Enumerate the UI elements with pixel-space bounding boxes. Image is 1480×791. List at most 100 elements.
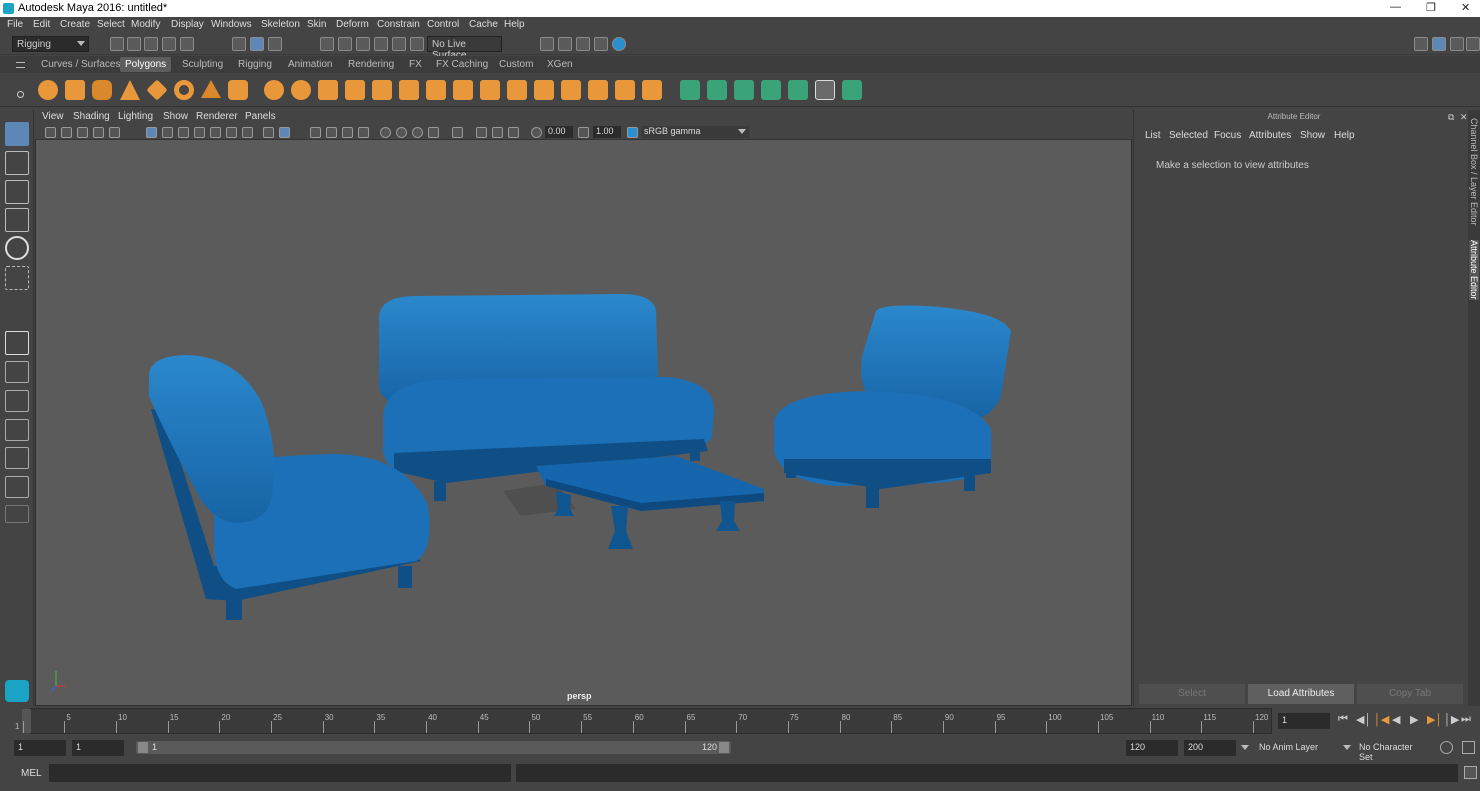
playback-end-field[interactable]: 120	[1126, 740, 1178, 756]
graph-persp-icon[interactable]	[5, 476, 29, 498]
redo-icon[interactable]	[180, 37, 194, 51]
scene-svg[interactable]	[36, 111, 1131, 705]
range-end-handle[interactable]	[719, 742, 729, 753]
extrude-icon[interactable]	[399, 80, 419, 100]
xray-active-icon[interactable]	[508, 127, 519, 138]
rotate-tool-icon[interactable]	[5, 236, 29, 260]
gate-mask-icon[interactable]	[194, 127, 205, 138]
live-surface-field[interactable]: No Live Surface	[427, 36, 502, 61]
menu-select[interactable]: Select	[97, 19, 125, 30]
gamma-field[interactable]: 1.00	[593, 126, 621, 138]
anim-prefs-icon[interactable]	[1462, 741, 1475, 754]
safe-title-icon[interactable]	[242, 127, 253, 138]
fill-hole-icon[interactable]	[507, 80, 527, 100]
hypershade-icon[interactable]	[612, 37, 626, 51]
ae-menu-show[interactable]: Show	[1300, 130, 1325, 141]
smooth-shade-icon[interactable]	[279, 127, 290, 138]
color-space-dropdown[interactable]: sRGB gamma	[641, 126, 749, 138]
workspace-icon[interactable]	[1414, 37, 1428, 51]
shelf-menu-icon[interactable]	[16, 62, 25, 68]
tab-sculpting[interactable]: Sculpting	[177, 57, 228, 72]
play-backwards-icon[interactable]: ◀	[1392, 713, 1400, 726]
tab-rigging[interactable]: Rigging	[233, 57, 277, 72]
load-attributes-button[interactable]: Load Attributes	[1248, 684, 1354, 704]
2d-pan-icon[interactable]	[109, 127, 120, 138]
separate-icon[interactable]	[291, 80, 311, 100]
quad-draw-icon[interactable]	[642, 80, 662, 100]
film-gate-icon[interactable]	[162, 127, 173, 138]
menu-display[interactable]: Display	[171, 19, 204, 30]
ae-menu-list[interactable]: List	[1145, 130, 1161, 141]
close-panel-icon[interactable]: ✕	[1460, 112, 1468, 123]
menu-cache[interactable]: Cache	[469, 19, 498, 30]
bevel-icon[interactable]	[453, 80, 473, 100]
motion-blur-icon[interactable]	[396, 127, 407, 138]
move-tool-icon[interactable]	[5, 208, 29, 232]
select-hierarchy-icon[interactable]	[232, 37, 246, 51]
multi-cut-icon[interactable]	[534, 80, 554, 100]
minimize-icon[interactable]: —	[1390, 1, 1401, 13]
color-management-icon[interactable]	[627, 127, 638, 138]
shelf-options-icon[interactable]	[17, 91, 24, 98]
select-tool-icon[interactable]	[5, 122, 29, 146]
safe-action-icon[interactable]	[226, 127, 237, 138]
poly-pyramid-icon[interactable]	[201, 80, 221, 98]
ae-menu-help[interactable]: Help	[1334, 130, 1355, 141]
exposure-icon[interactable]	[531, 127, 542, 138]
merge-icon[interactable]	[480, 80, 500, 100]
mirror-icon[interactable]	[318, 80, 338, 100]
ae-select-button[interactable]: Select	[1139, 684, 1245, 704]
poly-cube-icon[interactable]	[65, 80, 85, 100]
anti-aliasing-icon[interactable]	[412, 127, 423, 138]
two-view-side-icon[interactable]	[5, 390, 29, 412]
textured-icon[interactable]	[326, 127, 337, 138]
xray-joints-icon[interactable]	[492, 127, 503, 138]
isolate-select-icon[interactable]	[452, 127, 463, 138]
menu-constrain[interactable]: Constrain	[377, 19, 420, 30]
depth-of-field-icon[interactable]	[428, 127, 439, 138]
playback-start-field[interactable]: 1	[72, 740, 124, 756]
menu-skin[interactable]: Skin	[307, 19, 326, 30]
float-panel-icon[interactable]: ⧉	[1448, 112, 1454, 123]
use-lights-icon[interactable]	[342, 127, 353, 138]
panel-menu-view[interactable]: View	[42, 111, 64, 122]
step-forward-key-icon[interactable]: │▶	[1444, 713, 1459, 726]
viewport-persp[interactable]: persp	[35, 110, 1132, 706]
snap-surface-icon[interactable]	[392, 37, 406, 51]
resolution-gate-icon[interactable]	[178, 127, 189, 138]
planar-uv-icon[interactable]	[680, 80, 700, 100]
cut-uv-icon[interactable]	[788, 80, 808, 100]
render-view-icon[interactable]	[540, 37, 554, 51]
reduce-icon[interactable]	[372, 80, 392, 100]
snap-view-icon[interactable]	[374, 37, 388, 51]
tab-custom[interactable]: Custom	[494, 57, 538, 72]
insert-edge-loop-icon[interactable]	[561, 80, 581, 100]
panel-menu-lighting[interactable]: Lighting	[118, 111, 153, 122]
menu-deform[interactable]: Deform	[336, 19, 369, 30]
auto-key-icon[interactable]	[1440, 741, 1453, 754]
chevron-down-icon[interactable]	[1241, 745, 1249, 750]
two-view-stacked-icon[interactable]	[5, 419, 29, 441]
ambient-occlusion-icon[interactable]	[380, 127, 391, 138]
script-editor-icon[interactable]	[1464, 766, 1477, 779]
menu-set-dropdown[interactable]: Rigging	[12, 36, 89, 52]
cylindrical-uv-icon[interactable]	[707, 80, 727, 100]
ae-menu-selected[interactable]: Selected	[1169, 130, 1208, 141]
layout-menu-icon[interactable]	[5, 505, 29, 523]
combine-icon[interactable]	[264, 80, 284, 100]
menu-control[interactable]: Control	[427, 19, 459, 30]
camera-attributes-icon[interactable]	[45, 127, 56, 138]
ae-menu-focus[interactable]: Focus	[1214, 130, 1241, 141]
tab-channel-box[interactable]: Channel Box / Layer Editor	[1469, 118, 1479, 226]
menu-windows[interactable]: Windows	[211, 19, 252, 30]
menu-skeleton[interactable]: Skeleton	[261, 19, 300, 30]
tab-polygons[interactable]: Polygons	[120, 57, 172, 72]
field-chart-icon[interactable]	[210, 127, 221, 138]
wireframe-on-shaded-icon[interactable]	[310, 127, 321, 138]
snap-live-icon[interactable]	[410, 37, 424, 51]
tab-fx-caching[interactable]: FX Caching	[431, 57, 493, 72]
poly-pipe-icon[interactable]	[228, 80, 248, 100]
menu-modify[interactable]: Modify	[131, 19, 160, 30]
bridge-icon[interactable]	[426, 80, 446, 100]
panel-menu-shading[interactable]: Shading	[73, 111, 110, 122]
